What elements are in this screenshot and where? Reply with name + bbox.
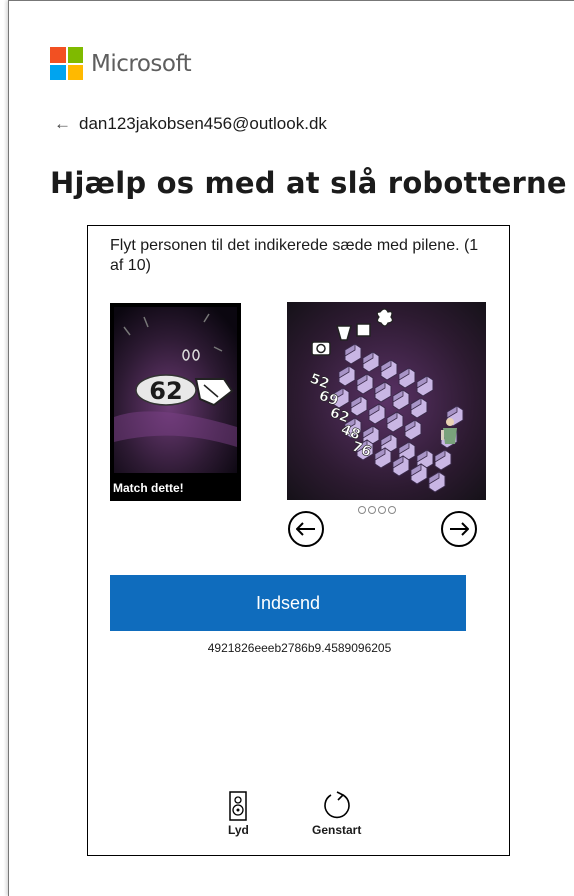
logo-square-yellow [67, 64, 83, 80]
gift-icon [356, 323, 371, 337]
arrow-left-circle-icon [296, 522, 315, 536]
target-label: Match dette! [113, 481, 184, 495]
logo-square-green [67, 47, 83, 63]
next-button[interactable] [441, 511, 477, 547]
microsoft-logo: Microsoft [50, 47, 192, 80]
logo-square-blue [50, 64, 66, 80]
account-row: ← dan123jakobsen456@outlook.dk [54, 114, 327, 134]
target-image-art: 62 [114, 307, 237, 473]
submit-button[interactable]: Indsend [110, 575, 466, 631]
puzzle-image-art: 52 69 62 48 76 [287, 302, 486, 500]
logo-square-red [50, 47, 66, 63]
audio-label: Lyd [228, 823, 249, 837]
pagination-dot [358, 506, 366, 514]
arrow-left-icon[interactable]: ← [54, 114, 71, 134]
target-number: 62 [149, 377, 182, 405]
audio-button[interactable]: Lyd [228, 791, 249, 837]
camera-icon [311, 341, 331, 356]
pagination-dot [368, 506, 376, 514]
page-title: Hjælp os med at slå robotterne [50, 166, 567, 200]
account-email: dan123jakobsen456@outlook.dk [79, 114, 327, 133]
session-token: 4921826eeeb2786b9.4589096205 [207, 641, 392, 655]
speaker-icon [229, 791, 248, 821]
puzzle-image: 52 69 62 48 76 [287, 302, 486, 500]
restart-label: Genstart [312, 823, 362, 837]
microsoft-logo-grid [50, 47, 83, 80]
captcha-instruction: Flyt personen til det indikerede sæde me… [110, 237, 479, 274]
pagination-dots [358, 506, 396, 514]
pagination-dot [388, 506, 396, 514]
pagination-dot [378, 506, 386, 514]
captcha-panel: Flyt personen til det indikerede sæde me… [87, 225, 510, 856]
target-image: 62 Match dette! [110, 303, 241, 501]
logo-text: Microsoft [91, 50, 192, 77]
prev-button[interactable] [288, 511, 324, 547]
arrow-right-circle-icon [450, 522, 469, 536]
restart-button[interactable]: Genstart [312, 791, 361, 837]
restart-icon [323, 791, 350, 819]
